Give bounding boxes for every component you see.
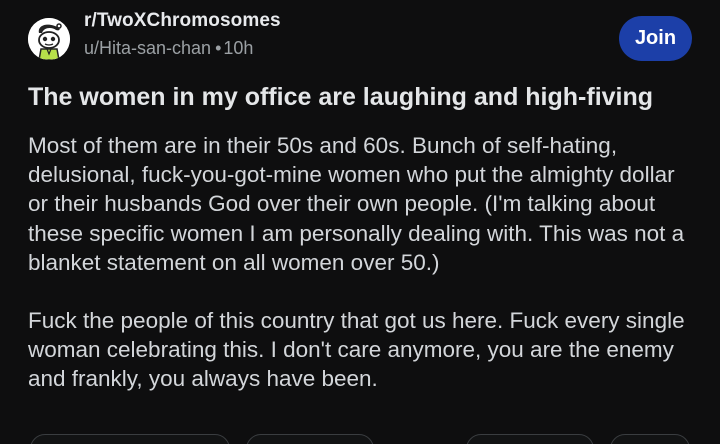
body-paragraph-1: Most of them are in their 50s and 60s. B… <box>28 133 685 275</box>
vote-button[interactable] <box>30 434 230 444</box>
join-button[interactable]: Join <box>619 16 692 61</box>
post-age: 10h <box>223 38 254 58</box>
comments-button[interactable] <box>246 434 374 444</box>
post-body: Most of them are in their 50s and 60s. B… <box>28 131 698 394</box>
post-header: r/TwoXChromosomes u/Hita-san-chan • 10h Jo… <box>28 10 692 64</box>
share-button[interactable] <box>610 434 690 444</box>
post-title: The women in my office are laughing and … <box>28 83 654 111</box>
subreddit-name[interactable]: r/TwoXChromosomes <box>84 10 281 32</box>
body-paragraph-2: Fuck the people of this country that got… <box>28 308 685 392</box>
post-meta: u/Hita-san-chan • 10h <box>84 38 253 59</box>
snoo-avatar-icon[interactable] <box>28 18 70 60</box>
post-card: r/TwoXChromosomes u/Hita-san-chan • 10h Jo… <box>0 0 720 444</box>
author-link[interactable]: u/Hita-san-chan <box>84 38 211 58</box>
post-actions-bar <box>30 434 690 444</box>
award-button[interactable] <box>466 434 594 444</box>
meta-separator: • <box>215 38 222 58</box>
